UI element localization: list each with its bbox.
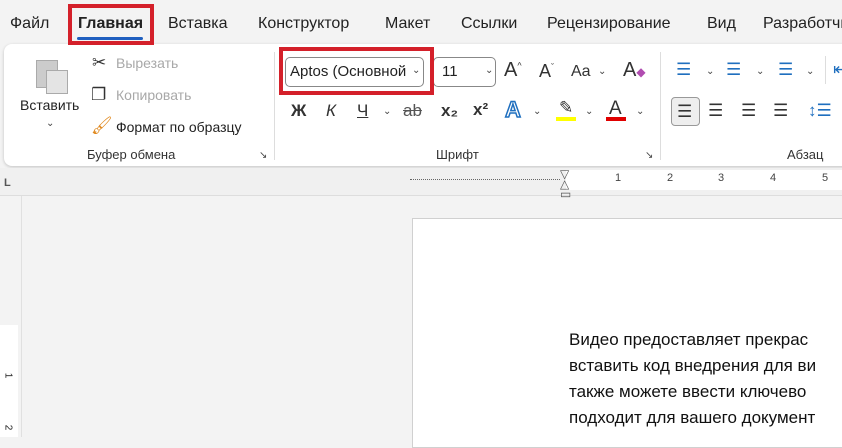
cut-button[interactable]: Вырезать <box>116 55 178 71</box>
text-effects-chevron-icon[interactable]: ⌄ <box>533 106 541 117</box>
tab-insert[interactable]: Вставка <box>168 15 227 33</box>
copy-button[interactable]: Копировать <box>116 87 191 103</box>
clipboard-launcher-icon[interactable]: ↘ <box>259 150 267 161</box>
callout-font-box <box>279 47 434 95</box>
grow-font-icon[interactable]: A^ <box>504 60 522 80</box>
justify-icon[interactable]: ☰ <box>773 102 788 119</box>
strikethrough-button[interactable]: ab <box>403 102 422 119</box>
ruler-number: 3 <box>718 172 725 184</box>
font-color-chevron-icon[interactable]: ⌄ <box>636 106 644 117</box>
decrease-indent-icon[interactable]: ⇤ <box>833 61 842 78</box>
align-right-icon[interactable]: ☰ <box>741 102 756 119</box>
format-painter-icon: 🖌 <box>91 116 113 135</box>
copy-icon: ❐ <box>91 85 107 104</box>
ruler-text-area <box>566 170 842 190</box>
font-color-bar <box>606 117 626 121</box>
callout-home-tab <box>68 4 154 45</box>
divider <box>660 52 661 160</box>
bold-button[interactable]: Ж <box>291 102 306 119</box>
highlight-chevron-icon[interactable]: ⌄ <box>585 106 593 117</box>
paste-chevron-icon[interactable]: ⌄ <box>46 118 54 129</box>
doc-line: вставить код внедрения для ви <box>569 356 817 375</box>
subscript-button[interactable]: x₂ <box>441 102 458 119</box>
multilevel-list-icon[interactable]: ☰ <box>778 61 793 78</box>
change-case-button[interactable]: Aa <box>571 64 591 80</box>
font-size-chevron-icon[interactable]: ⌄ <box>485 65 493 76</box>
tab-developer[interactable]: Разработчик <box>763 15 842 33</box>
tab-design[interactable]: Конструктор <box>258 15 349 33</box>
superscript-button[interactable]: x² <box>473 101 488 118</box>
format-painter-button[interactable]: Формат по образцу <box>116 119 242 135</box>
underline-chevron-icon[interactable]: ⌄ <box>383 106 391 117</box>
ruler-number: 2 <box>667 172 674 184</box>
clipboard-group-label: Буфер обмена <box>87 147 176 162</box>
tab-layout[interactable]: Макет <box>385 15 430 33</box>
align-center-icon[interactable]: ☰ <box>708 102 723 119</box>
ruler-ticks <box>410 179 560 183</box>
tab-review[interactable]: Рецензирование <box>547 15 671 33</box>
vruler-text-area <box>0 325 18 437</box>
multilevel-chevron-icon[interactable]: ⌄ <box>806 66 814 77</box>
doc-line: также можете ввести ключево <box>569 382 807 401</box>
align-left-button[interactable]: ☰ <box>671 97 700 126</box>
underline-button[interactable]: Ч <box>357 102 368 119</box>
tab-references[interactable]: Ссылки <box>461 15 517 33</box>
paste-icon <box>36 56 68 94</box>
vruler-number: 1 <box>2 372 14 379</box>
highlight-color-bar <box>556 117 576 121</box>
vruler-number: 2 <box>2 424 14 431</box>
ruler-number: 1 <box>615 172 622 184</box>
document-body[interactable]: Видео предоставляет прекрас вставить код… <box>569 327 816 431</box>
doc-line: Видео предоставляет прекрас <box>569 330 809 349</box>
ruler-number: 4 <box>770 172 777 184</box>
numbering-chevron-icon[interactable]: ⌄ <box>756 66 764 77</box>
numbering-icon[interactable]: ☰ <box>726 61 741 78</box>
doc-line: подходит для вашего документ <box>569 408 816 427</box>
font-launcher-icon[interactable]: ↘ <box>645 150 653 161</box>
font-group-label: Шрифт <box>436 147 479 162</box>
highlight-icon[interactable]: ✎ <box>559 99 573 116</box>
change-case-chevron-icon[interactable]: ⌄ <box>598 66 606 77</box>
italic-button[interactable]: К <box>326 102 336 119</box>
line-spacing-icon[interactable]: ↕☰ <box>808 102 832 119</box>
divider <box>825 56 826 84</box>
font-color-button[interactable]: A <box>609 99 622 118</box>
tab-stop-selector-icon[interactable]: L <box>4 177 11 189</box>
paragraph-group-label: Абзац <box>787 147 824 162</box>
tab-file[interactable]: Файл <box>10 15 49 33</box>
bullets-icon[interactable]: ☰ <box>676 61 691 78</box>
text-effects-button[interactable]: A <box>504 98 521 122</box>
clear-formatting-icon[interactable]: A◆ <box>623 60 646 80</box>
indent-marker-icon[interactable]: ▽ △ ▭ <box>560 168 571 200</box>
shrink-font-icon[interactable]: Aˇ <box>539 62 554 80</box>
scissors-icon: ✂ <box>92 53 107 72</box>
bullets-chevron-icon[interactable]: ⌄ <box>706 66 714 77</box>
align-left-icon: ☰ <box>677 102 693 121</box>
ruler-number: 5 <box>822 172 829 184</box>
font-size: 11 <box>442 63 458 80</box>
tab-view[interactable]: Вид <box>707 15 736 33</box>
divider <box>274 52 275 160</box>
paste-button[interactable]: Вставить <box>20 97 79 113</box>
